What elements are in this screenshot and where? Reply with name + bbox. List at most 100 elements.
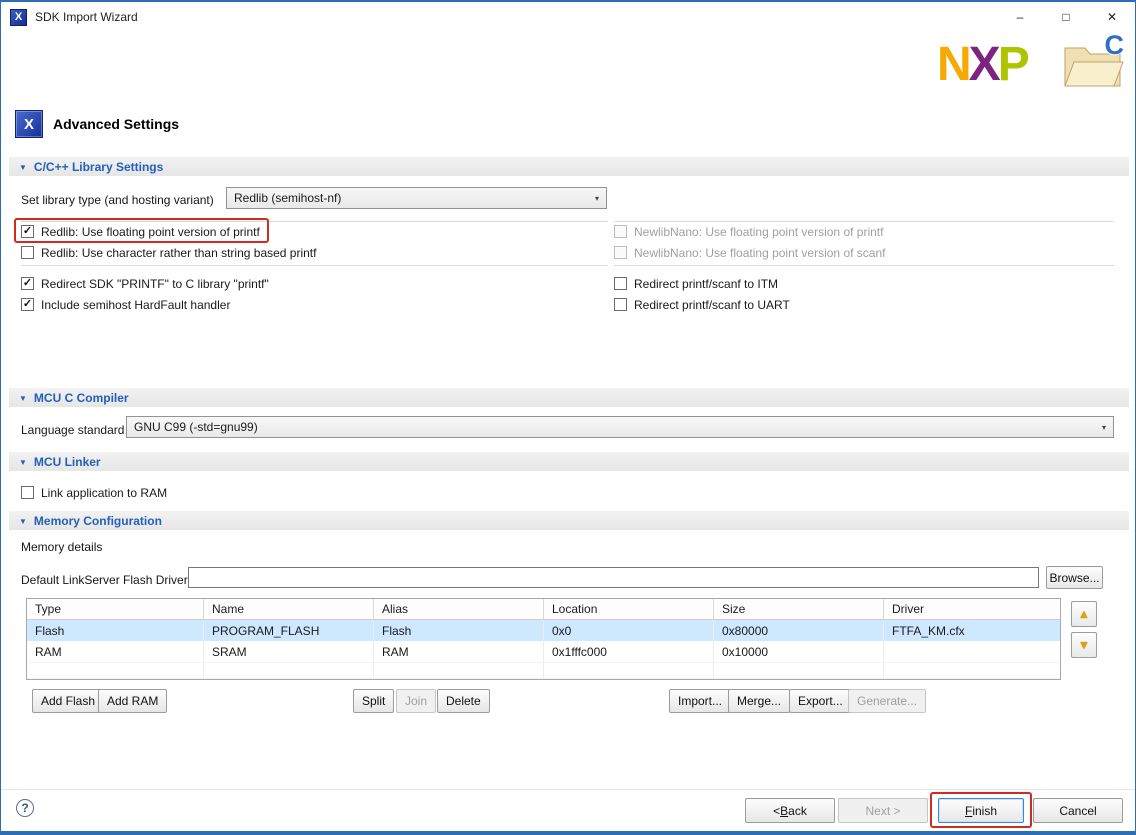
c-letter: C [1105,30,1125,61]
language-standard-combo[interactable]: GNU C99 (-std=gnu99) ▾ [126,416,1114,438]
c-folder-icon: C [1059,34,1127,92]
cell-size: 0x10000 [714,641,884,662]
checkbox-label: Link application to RAM [41,486,167,500]
generate-button: Generate... [848,689,926,713]
separator-line [614,221,1114,222]
collapse-icon: ▼ [19,393,27,403]
collapse-icon: ▼ [19,162,27,172]
cell-driver [884,641,1060,662]
library-type-combo[interactable]: Redlib (semihost-nf) ▾ [226,187,607,209]
cell-empty [544,663,714,678]
cell-empty [27,663,204,678]
finish-rest: inish [972,804,997,818]
merge-button[interactable]: Merge... [728,689,790,713]
checkbox-newlibnano-float-printf: NewlibNano: Use floating point version o… [614,224,883,239]
maximize-button[interactable]: □ [1043,2,1089,32]
cell-type: RAM [27,641,204,662]
window-controls: – □ ✕ [997,2,1135,32]
checkbox-box-unchecked [614,277,627,290]
back-button[interactable]: < Back [745,798,835,823]
column-header-driver[interactable]: Driver [884,599,1060,620]
cell-location: 0x1fffc000 [544,641,714,662]
checkbox-redirect-sdk-printf[interactable]: ✓ Redirect SDK "PRINTF" to C library "pr… [21,276,269,291]
cell-name: SRAM [204,641,374,662]
window-title: SDK Import Wizard [35,10,138,24]
finish-mnemonic: F [965,804,972,818]
cell-empty [714,663,884,678]
nxp-letter-n: N [937,38,969,91]
cell-type: Flash [27,620,204,641]
checkbox-box-checked: ✓ [21,225,34,238]
back-prefix: < [773,804,780,818]
separator-line [614,265,1114,266]
checkbox-box-unchecked [614,298,627,311]
separator-line [21,221,608,222]
cell-location: 0x0 [544,620,714,641]
checkbox-box-checked: ✓ [21,277,34,290]
cell-name: PROGRAM_FLASH [204,620,374,641]
back-rest: ack [788,804,807,818]
column-header-alias[interactable]: Alias [374,599,544,620]
check-icon: ✓ [23,299,32,310]
checkbox-label: Redlib: Use floating point version of pr… [41,225,260,239]
section-library-settings[interactable]: ▼ C/C++ Library Settings [9,157,1129,176]
library-type-label: Set library type (and hosting variant) [21,193,214,207]
checkbox-label: Include semihost HardFault handler [41,298,230,312]
checkbox-redirect-itm[interactable]: Redirect printf/scanf to ITM [614,276,778,291]
checkbox-newlibnano-float-scanf: NewlibNano: Use floating point version o… [614,245,885,260]
page-title: Advanced Settings [53,116,179,132]
collapse-icon: ▼ [19,457,27,467]
table-row-flash[interactable]: Flash PROGRAM_FLASH Flash 0x0 0x80000 FT… [27,620,1060,641]
finish-button[interactable]: Finish [938,798,1024,823]
chevron-down-icon: ▾ [1102,423,1106,432]
app-icon: X [10,9,27,26]
sdk-import-wizard-window: X SDK Import Wizard – □ ✕ NXP C X Advanc… [0,0,1136,835]
memory-table: Type Name Alias Location Size Driver Fla… [26,598,1061,680]
up-arrow-icon: ▲ [1078,607,1090,621]
checkbox-redirect-uart[interactable]: Redirect printf/scanf to UART [614,297,790,312]
move-up-button[interactable]: ▲ [1071,601,1097,627]
separator-line [21,265,608,266]
table-row-empty[interactable] [27,663,1060,679]
section-library-title: C/C++ Library Settings [34,160,163,174]
import-button[interactable]: Import... [669,689,731,713]
section-memory-configuration[interactable]: ▼ Memory Configuration [9,511,1129,530]
add-flash-button[interactable]: Add Flash [32,689,104,713]
section-mcu-linker[interactable]: ▼ MCU Linker [9,452,1129,471]
checkbox-redlib-float-printf[interactable]: ✓ Redlib: Use floating point version of … [21,224,260,239]
column-header-size[interactable]: Size [714,599,884,620]
move-down-button[interactable]: ▼ [1071,632,1097,658]
delete-button[interactable]: Delete [437,689,490,713]
column-header-location[interactable]: Location [544,599,714,620]
app-icon-letter: X [15,11,22,23]
checkbox-box-unchecked [614,246,627,259]
checkbox-label: Redirect printf/scanf to ITM [634,277,778,291]
add-ram-button[interactable]: Add RAM [98,689,167,713]
checkbox-link-application-to-ram[interactable]: Link application to RAM [21,485,167,500]
advanced-settings-icon: X [15,110,43,138]
table-row-ram[interactable]: RAM SRAM RAM 0x1fffc000 0x10000 [27,641,1060,663]
minimize-button[interactable]: – [997,2,1043,32]
nxp-letter-x: X [969,38,998,91]
split-button[interactable]: Split [353,689,394,713]
cell-alias: RAM [374,641,544,662]
close-button[interactable]: ✕ [1089,2,1135,32]
checkbox-label: Redlib: Use character rather than string… [41,246,316,260]
help-icon[interactable]: ? [16,799,34,817]
checkbox-label: Redirect printf/scanf to UART [634,298,790,312]
section-mcu-c-compiler[interactable]: ▼ MCU C Compiler [9,388,1129,407]
flash-driver-input[interactable] [188,567,1039,588]
down-arrow-icon: ▼ [1078,638,1090,652]
checkbox-box-checked: ✓ [21,298,34,311]
column-header-name[interactable]: Name [204,599,374,620]
column-header-type[interactable]: Type [27,599,204,620]
checkbox-box-unchecked [614,225,627,238]
checkbox-include-semihost-hardfault[interactable]: ✓ Include semihost HardFault handler [21,297,230,312]
checkbox-label: Redirect SDK "PRINTF" to C library "prin… [41,277,269,291]
checkbox-redlib-char-printf[interactable]: Redlib: Use character rather than string… [21,245,316,260]
export-button[interactable]: Export... [789,689,852,713]
browse-button[interactable]: Browse... [1046,566,1103,589]
chevron-down-icon: ▾ [595,194,599,203]
cell-alias: Flash [374,620,544,641]
cancel-button[interactable]: Cancel [1033,798,1123,823]
